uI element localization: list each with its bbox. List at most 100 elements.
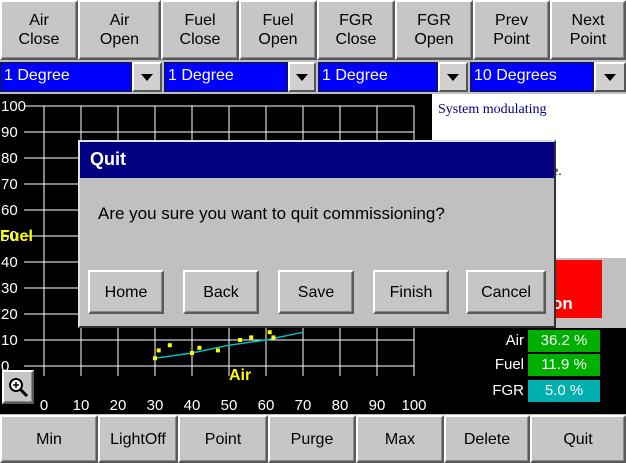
curve-data-point	[153, 356, 157, 361]
x-tick-label: 100	[401, 397, 426, 414]
curve-data-point	[197, 345, 202, 350]
point-button[interactable]: Point	[178, 415, 268, 463]
point-step-value: 10 Degrees	[474, 67, 557, 84]
max-button[interactable]: Max	[356, 415, 444, 463]
min-button[interactable]: Min	[0, 415, 98, 463]
x-tick-label: 70	[295, 397, 312, 414]
fgr-open-line1: FGR	[417, 12, 451, 29]
fgr-open-line2: Open	[414, 31, 454, 48]
y-tick-label: 90	[1, 124, 18, 141]
chevron-down-icon	[447, 73, 459, 81]
air-open-button[interactable]: Air Open	[78, 0, 161, 60]
readout-fgr-label: FGR	[492, 382, 524, 399]
x-tick-label: 20	[110, 397, 127, 414]
y-tick-label: 20	[1, 306, 18, 323]
x-tick-label: 80	[332, 397, 349, 414]
curve-data-point	[167, 343, 172, 348]
air-step-value: 1 Degree	[4, 67, 70, 84]
top-toolbar: Air Close Air Open Fuel Close Fuel Open FGR C…	[0, 0, 626, 60]
fgr-close-line2: Close	[335, 31, 377, 48]
fgr-close-button[interactable]: FGR Close	[317, 0, 395, 60]
quit-button[interactable]: Quit	[530, 415, 626, 463]
dialog-message: Are you sure you want to quit commission…	[98, 204, 445, 223]
readouts-panel: Air 36.2 % Fuel 11.9 % FGR 5.0 %	[432, 328, 626, 414]
quit-dialog: Quit Are you sure you want to quit commi…	[78, 140, 556, 328]
dialog-finish-button[interactable]: Finish	[373, 270, 449, 314]
delete-button[interactable]: Delete	[444, 415, 530, 463]
next-point-line2: Point	[569, 31, 607, 48]
next-point-line1: Next	[571, 12, 605, 29]
fgr-step-select[interactable]: 1 Degree	[318, 62, 438, 92]
fuel-open-line2: Open	[258, 31, 298, 48]
air-step-dropdown-arrow[interactable]	[132, 62, 162, 92]
y-tick-label: 10	[1, 332, 18, 349]
x-tick-label: 40	[184, 397, 201, 414]
curve-data-point	[215, 348, 220, 353]
next-point-button[interactable]: Next Point	[550, 0, 626, 60]
prev-point-button[interactable]: Prev Point	[473, 0, 550, 60]
fuel-close-button[interactable]: Fuel Close	[161, 0, 239, 60]
readout-fgr-value: 5.0 %	[528, 380, 600, 402]
chevron-down-icon	[141, 73, 153, 81]
air-close-button[interactable]: Air Close	[0, 0, 78, 60]
curve-data-point	[190, 351, 194, 355]
fuel-close-line1: Fuel	[184, 12, 216, 29]
fuel-step-select[interactable]: 1 Degree	[164, 62, 288, 92]
air-close-line2: Close	[18, 31, 60, 48]
fuel-step-value: 1 Degree	[168, 67, 234, 84]
readout-air-label: Air	[505, 332, 524, 349]
y-tick-label: 30	[1, 280, 18, 297]
step-select-row: 1 Degree 1 Degree 1 Degree 10 Degrees	[0, 62, 626, 92]
fgr-close-line1: FGR	[339, 12, 373, 29]
air-open-line2: Open	[99, 31, 140, 48]
y-tick-label: 100	[1, 98, 26, 115]
dialog-cancel-button[interactable]: Cancel	[466, 270, 546, 314]
chevron-down-icon	[604, 73, 616, 81]
curve-data-point	[238, 338, 243, 342]
y-tick-label: 40	[1, 254, 18, 271]
readout-fuel-label: Fuel	[494, 356, 524, 373]
fgr-open-button[interactable]: FGR Open	[395, 0, 473, 60]
curve-data-point	[271, 335, 276, 340]
fuel-open-button[interactable]: Fuel Open	[239, 0, 317, 60]
curve-data-point	[267, 330, 272, 335]
x-tick-label: 60	[258, 397, 275, 414]
x-tick-label: 10	[73, 397, 90, 414]
point-step-dropdown-arrow[interactable]	[594, 62, 626, 92]
x-tick-label: 50	[221, 397, 238, 414]
purge-button[interactable]: Purge	[268, 415, 356, 463]
y-axis-label: Fuel	[0, 228, 33, 245]
fgr-step-value: 1 Degree	[322, 67, 388, 84]
dialog-back-button[interactable]: Back	[183, 270, 259, 314]
curve-data-point	[249, 335, 254, 340]
bottom-toolbar: Min LightOff Point Purge Max Delete Quit	[0, 415, 626, 463]
prev-point-line1: Prev	[495, 12, 528, 29]
fgr-step-dropdown-arrow[interactable]	[438, 62, 468, 92]
chevron-down-icon	[296, 73, 308, 81]
curve-data-point	[156, 348, 161, 353]
point-step-select[interactable]: 10 Degrees	[470, 62, 594, 92]
x-tick-label: 0	[40, 397, 48, 414]
zoom-in-icon	[9, 378, 29, 398]
zoom-button[interactable]	[2, 370, 34, 404]
burner-status-badge: on	[548, 260, 602, 318]
x-tick-label: 30	[147, 397, 164, 414]
y-tick-label: 60	[1, 202, 18, 219]
prev-point-line2: Point	[493, 31, 530, 48]
status-message: System modulating	[438, 102, 547, 117]
dialog-title-bar[interactable]: Quit	[80, 142, 554, 178]
lightoff-button[interactable]: LightOff	[98, 415, 178, 463]
x-axis-label: Air	[229, 367, 252, 384]
dialog-home-button[interactable]: Home	[88, 270, 164, 314]
dialog-title: Quit	[90, 149, 126, 169]
readout-fuel-value: 11.9 %	[528, 354, 600, 376]
y-tick-label: 80	[1, 150, 18, 167]
x-tick-label: 90	[369, 397, 386, 414]
fuel-step-dropdown-arrow[interactable]	[288, 62, 316, 92]
air-open-line1: Air	[109, 12, 130, 29]
y-tick-label: 70	[1, 176, 18, 193]
dialog-save-button[interactable]: Save	[278, 270, 354, 314]
air-step-select[interactable]: 1 Degree	[0, 62, 132, 92]
fuel-close-line2: Close	[179, 31, 221, 48]
air-close-line1: Air	[29, 12, 49, 29]
